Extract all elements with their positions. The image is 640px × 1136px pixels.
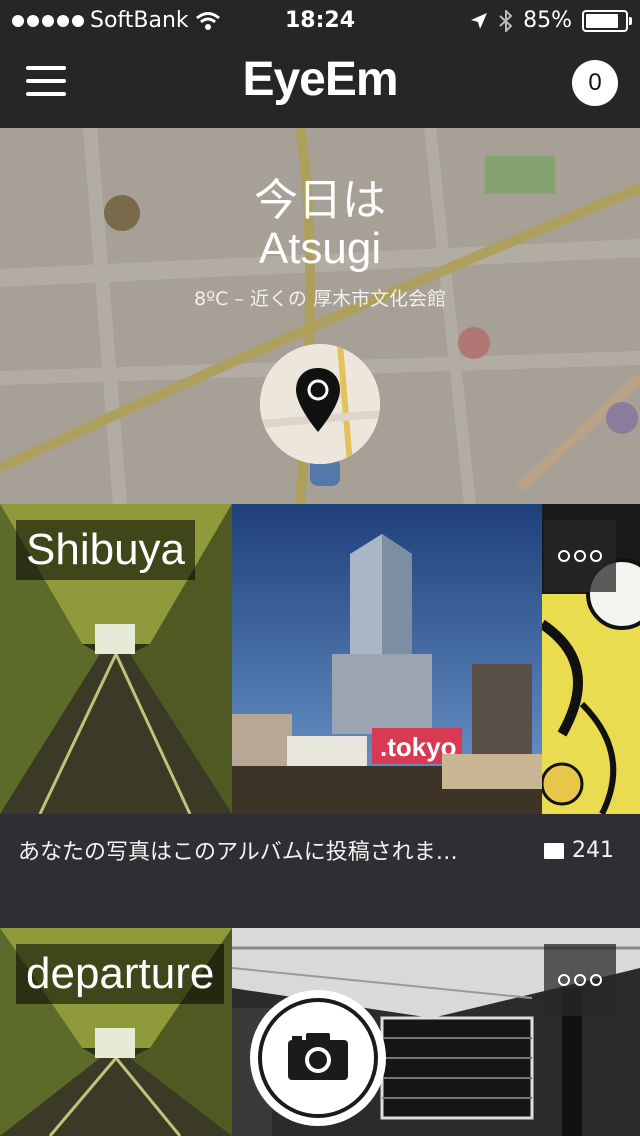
- album-photo-count: 241: [544, 838, 614, 863]
- album-title: departure: [16, 944, 225, 1004]
- notification-badge[interactable]: 0: [572, 60, 618, 106]
- weather-location-line: 8ºC – 近くの 厚木市文化会館: [194, 288, 446, 310]
- camera-button[interactable]: [250, 990, 386, 1126]
- album-photo[interactable]: .tokyo: [232, 504, 542, 814]
- location-header[interactable]: 今日は Atsugi 8ºC – 近くの 厚木市文化会館: [0, 128, 640, 504]
- today-label: 今日は: [254, 175, 386, 226]
- map-pin-icon: [260, 344, 380, 464]
- battery-percent: 85%: [523, 8, 572, 33]
- more-options-button[interactable]: [544, 520, 616, 592]
- album-description: あなたの写真はこのアルバムに投稿されま…: [18, 840, 458, 865]
- more-dots-icon: [558, 550, 570, 562]
- more-options-button[interactable]: [544, 944, 616, 1016]
- album-title: Shibuya: [16, 520, 196, 580]
- more-dots-icon: [558, 974, 570, 986]
- city-name: Atsugi: [258, 224, 382, 273]
- map-thumbnail[interactable]: [260, 344, 380, 464]
- status-bar: SoftBank 18:24 85%: [0, 0, 640, 40]
- app-logo: EyeEm: [242, 53, 398, 106]
- photo-count-value: 241: [572, 838, 614, 863]
- battery-icon: [582, 9, 632, 32]
- status-right: 85%: [469, 8, 632, 33]
- nav-bar: EyeEm 0: [0, 40, 640, 128]
- photo-stack-icon: [544, 842, 564, 859]
- bluetooth-icon: [499, 9, 513, 32]
- location-arrow-icon: [471, 12, 488, 29]
- album-card-shibuya[interactable]: .tokyo Shibuya あなたの写真はこのアルバムに投稿されま… 241: [0, 504, 640, 928]
- camera-icon: [288, 1033, 348, 1080]
